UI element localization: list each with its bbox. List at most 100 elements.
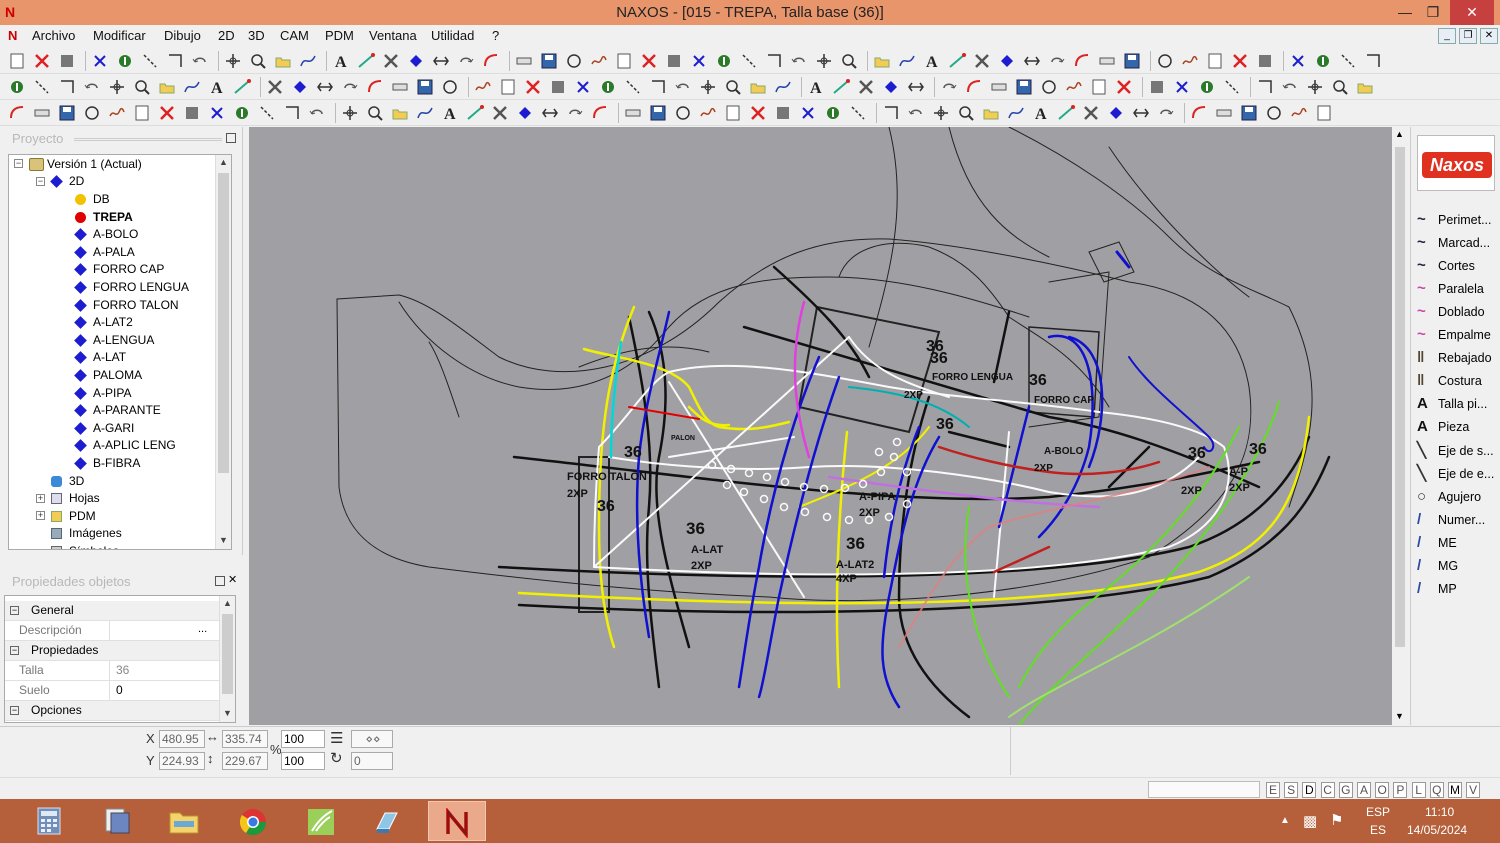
tb1-tool-41-icon[interactable] [1048,52,1066,70]
rotate-icon[interactable]: ↻ [330,749,343,767]
tb2-tool-14-icon[interactable] [341,78,359,96]
tb3-tool-52-icon[interactable] [1315,104,1333,122]
task-app-cube[interactable] [357,801,415,841]
tb2-tool-44-icon[interactable] [1115,78,1133,96]
tb3-tool-14-icon[interactable] [341,104,359,122]
tb2-tool-5-icon[interactable] [108,78,126,96]
tb3-tool-10-icon[interactable] [233,104,251,122]
tb1-tool-10-icon[interactable] [249,52,267,70]
tb3-tool-44-icon[interactable] [1107,104,1125,122]
snap-flag-m[interactable]: M [1448,782,1462,798]
collapse-icon[interactable]: − [36,177,45,186]
tb3-tool-23-icon[interactable] [566,104,584,122]
tb3-tool-46-icon[interactable] [1157,104,1175,122]
tb3-tool-35-icon[interactable] [882,104,900,122]
drawing-label[interactable]: 36 [936,416,954,433]
tb2-tool-8-icon[interactable] [183,78,201,96]
drawing-label[interactable]: FORRO TALON [567,471,647,483]
drawing-label[interactable]: 36 [1029,372,1047,389]
drawing-label[interactable]: 2XP [1034,463,1053,474]
tb2-tool-21-icon[interactable] [524,78,542,96]
tb1-tool-5-icon[interactable] [116,52,134,70]
scroll-up-icon[interactable]: ▲ [223,598,232,608]
mdi-close-button[interactable]: ✕ [1480,28,1498,44]
scroll-up-icon[interactable]: ▲ [219,157,228,167]
tb1-tool-20-icon[interactable] [515,52,533,70]
tb2-tool-16-icon[interactable] [391,78,409,96]
tb1-tool-37-icon[interactable] [948,52,966,70]
expand-icon[interactable]: + [36,511,45,521]
tb3-tool-40-icon[interactable] [1007,104,1025,122]
tray-expand-icon[interactable]: ▲ [1280,815,1290,826]
tb1-tool-33-icon[interactable] [840,52,858,70]
tb3-tool-7-icon[interactable] [158,104,176,122]
tb1-tool-28-icon[interactable] [715,52,733,70]
tb3-tool-45-icon[interactable] [1132,104,1150,122]
tb1-tool-46-icon[interactable] [1181,52,1199,70]
menu-utilidad[interactable]: Utilidad [431,28,474,43]
tb1-tool-34-icon[interactable] [873,52,891,70]
tb1-tool-16-icon[interactable] [407,52,425,70]
tb1-tool-30-icon[interactable] [765,52,783,70]
collapse-icon[interactable]: − [10,646,19,655]
tb2-tool-13-icon[interactable] [316,78,334,96]
tb3-tool-42-icon[interactable] [1057,104,1075,122]
drawing-label[interactable]: A-PIPA [859,491,896,503]
tb2-tool-41-icon[interactable] [1040,78,1058,96]
snap-flag-e[interactable]: E [1266,782,1280,798]
snap-flag-o[interactable]: O [1375,782,1390,798]
drawing-label[interactable]: 36 [597,498,615,515]
tb1-tool-40-icon[interactable] [1023,52,1041,70]
tb3-tool-9-icon[interactable] [208,104,226,122]
tb3-tool-19-icon[interactable] [466,104,484,122]
prop-descripcion[interactable]: Descripción ... [5,621,219,641]
ellipsis-button[interactable]: ... [198,620,207,639]
tb2-tool-35-icon[interactable] [882,78,900,96]
tb2-tool-26-icon[interactable] [649,78,667,96]
tb3-tool-13-icon[interactable] [308,104,326,122]
tb1-tool-15-icon[interactable] [382,52,400,70]
snap-flag-a[interactable]: A [1357,782,1371,798]
tb3-tool-1-icon[interactable] [8,104,26,122]
drawing-label[interactable]: 36 [686,519,705,538]
tb1-tool-2-icon[interactable] [33,52,51,70]
menu-3d[interactable]: 3D [248,28,265,43]
tb2-tool-52-icon[interactable] [1331,78,1349,96]
tb1-tool-29-icon[interactable] [740,52,758,70]
tb3-tool-24-icon[interactable] [591,104,609,122]
tb1-tool-22-icon[interactable] [565,52,583,70]
tb2-tool-30-icon[interactable] [749,78,767,96]
tb1-tool-45-icon[interactable] [1156,52,1174,70]
expand-icon[interactable]: + [36,493,45,503]
tb1-tool-4-icon[interactable] [91,52,109,70]
snap-flag-g[interactable]: G [1338,782,1353,798]
tb2-tool-12-icon[interactable] [291,78,309,96]
tb2-tool-37-icon[interactable] [940,78,958,96]
pin-icon[interactable] [215,576,225,586]
drawing-label[interactable]: 2XP [691,560,712,572]
tb3-tool-31-icon[interactable] [774,104,792,122]
tb2-tool-24-icon[interactable] [599,78,617,96]
shoe-pattern-drawing[interactable]: 363636363636363636 36FORRO TALON2XPA-LAT2… [249,127,1392,725]
drawing-label[interactable]: 4XP [836,573,857,585]
grid-icon[interactable]: ⋄⋄ [351,730,393,748]
tree-scroll-thumb[interactable] [218,173,229,473]
scale-y-input[interactable]: 100 [281,752,325,770]
tb3-tool-38-icon[interactable] [957,104,975,122]
tb1-tool-8-icon[interactable] [191,52,209,70]
tb2-tool-6-icon[interactable] [133,78,151,96]
snap-flag-s[interactable]: S [1284,782,1299,798]
tb1-tool-36-icon[interactable]: A [923,52,941,70]
tb3-tool-15-icon[interactable] [366,104,384,122]
collapse-icon[interactable]: − [14,159,23,168]
tb2-tool-23-icon[interactable] [574,78,592,96]
tb1-tool-21-icon[interactable] [540,52,558,70]
tb2-tool-15-icon[interactable] [366,78,384,96]
tb3-tool-20-icon[interactable] [491,104,509,122]
tb2-tool-10-icon[interactable] [233,78,251,96]
tb3-tool-4-icon[interactable] [83,104,101,122]
tb2-tool-32-icon[interactable]: A [807,78,825,96]
tb3-tool-6-icon[interactable] [133,104,151,122]
tb3-tool-48-icon[interactable] [1215,104,1233,122]
menu-cam[interactable]: CAM [280,28,309,43]
